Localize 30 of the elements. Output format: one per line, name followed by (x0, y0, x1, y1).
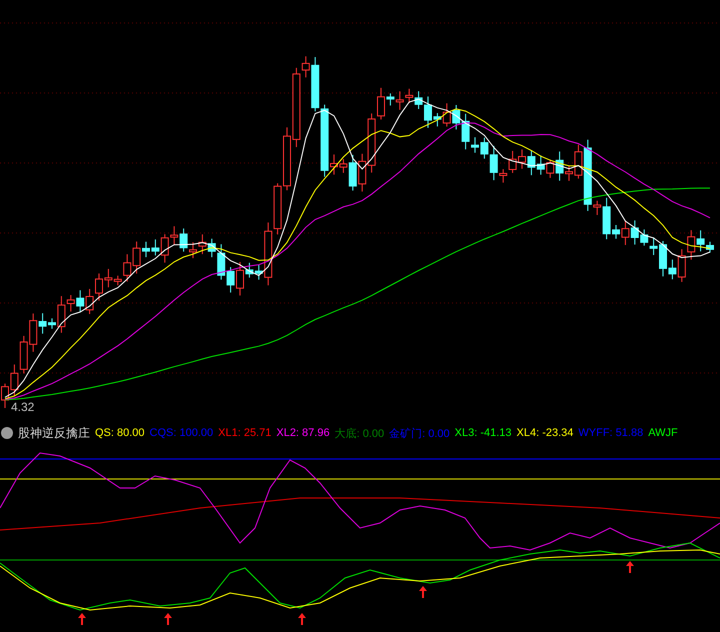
indicator-value: QS: 80.00 (95, 427, 145, 439)
candlestick (86, 288, 94, 315)
indicator-name: 股神逆反擒庄 (18, 424, 90, 442)
candlestick (226, 266, 235, 294)
indicator-value: XL4: -23.34 (516, 427, 574, 439)
candlestick (687, 230, 696, 260)
up-arrow-icon (298, 613, 306, 625)
candlestick (198, 234, 206, 255)
indicator-value: WYFF: 51.88 (578, 427, 644, 439)
up-arrow-icon (419, 586, 427, 598)
indicator-value: CQS: 100.00 (150, 427, 214, 439)
indicator-value: XL1: 25.71 (218, 427, 272, 439)
low-price-label: 4.32 (10, 400, 36, 414)
candlestick (20, 335, 28, 374)
up-arrow-icon (164, 613, 172, 625)
indicator-value: XL3: -41.13 (454, 427, 512, 439)
up-arrow-icon (78, 613, 86, 625)
candlestick (274, 182, 282, 235)
indicator-value: XL2: 87.96 (276, 427, 330, 439)
up-arrow-icon (626, 561, 634, 573)
candlestick (76, 290, 84, 313)
candlestick (180, 228, 188, 252)
indicator-toggle-icon[interactable] (1, 427, 13, 439)
indicator-value: AWJF (648, 427, 678, 439)
indicator-value: 金矿门: 0.00 (389, 426, 450, 440)
candlestick (10, 364, 18, 396)
candlestick (527, 150, 536, 176)
candlestick (536, 154, 545, 176)
candlestick (405, 88, 414, 104)
indicator-value: 大底: 0.00 (334, 426, 384, 440)
